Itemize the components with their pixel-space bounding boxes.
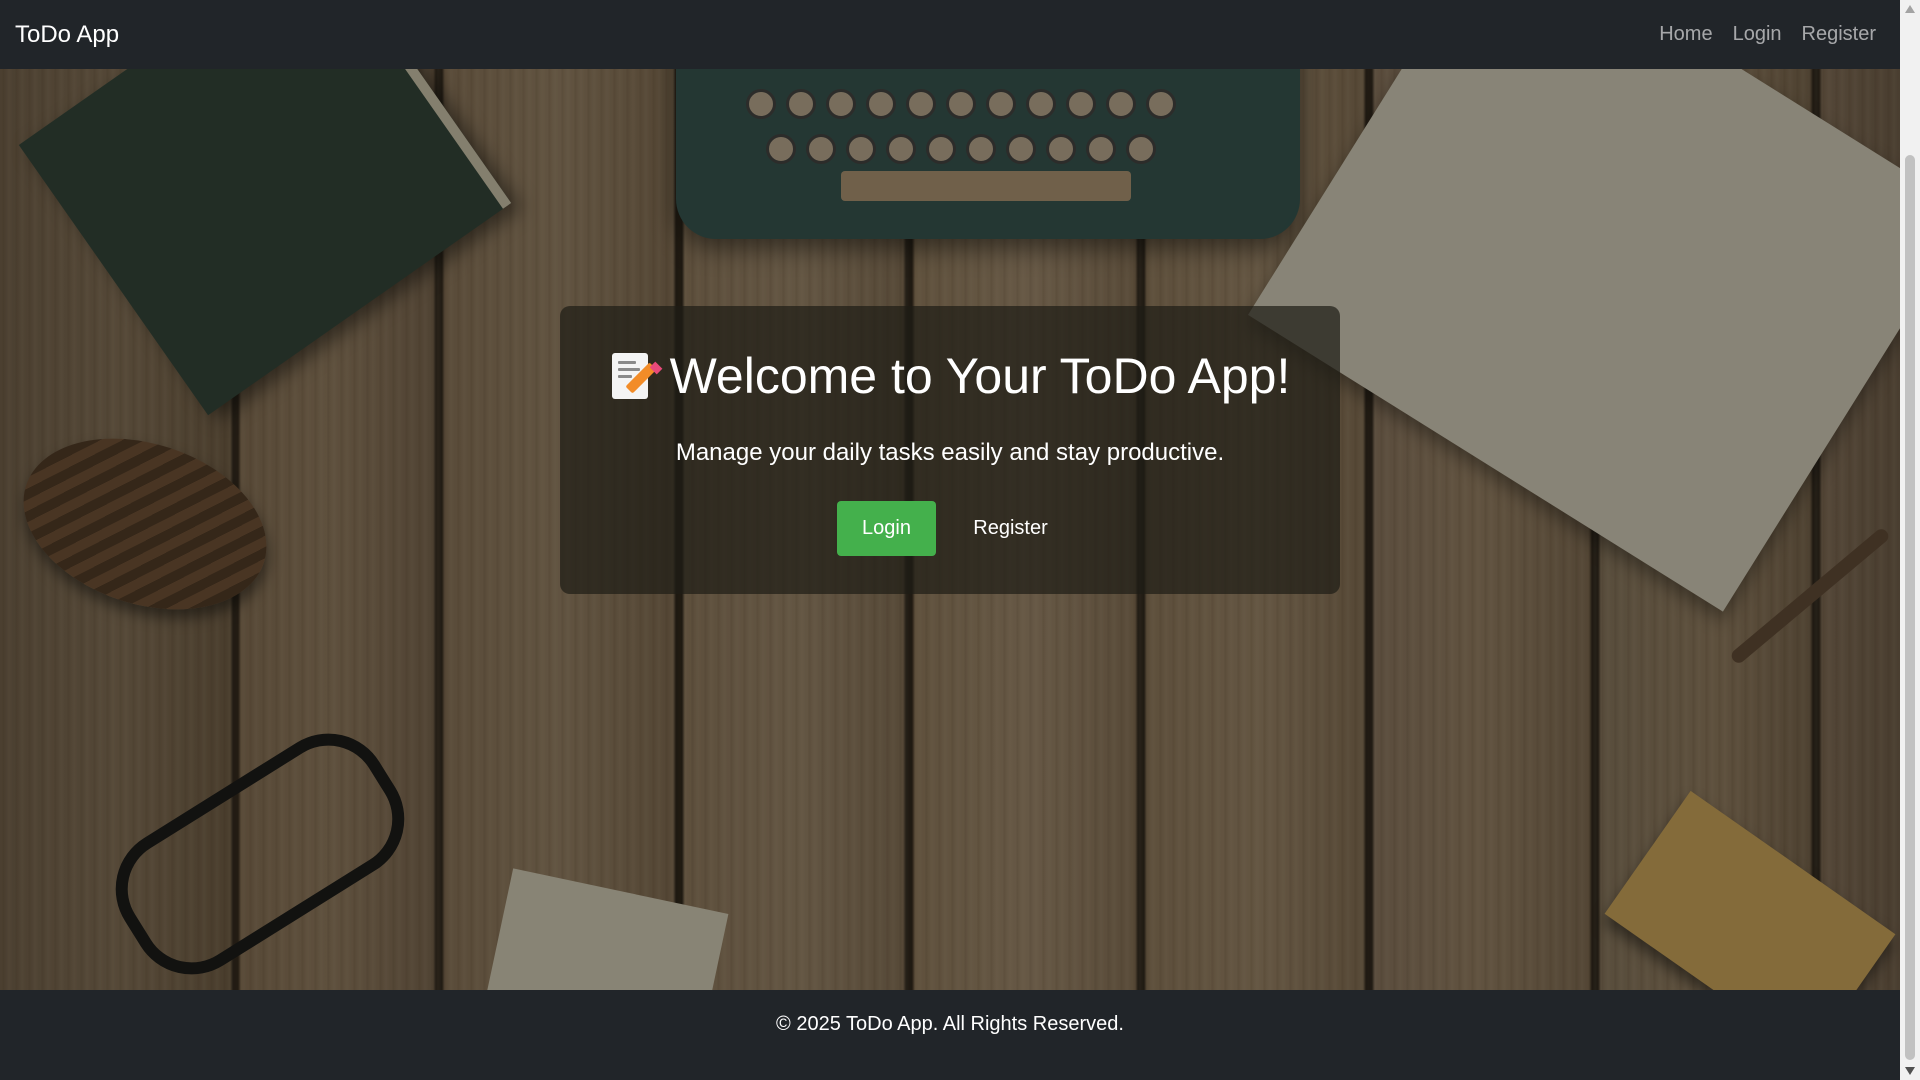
scroll-thumb[interactable]	[1905, 155, 1915, 1060]
navbar: ToDo App Home Login Register	[0, 0, 1900, 69]
memo-icon	[610, 351, 662, 401]
login-button[interactable]: Login	[837, 501, 936, 556]
nav-link-login[interactable]: Login	[1723, 23, 1792, 46]
footer: © 2025 ToDo App. All Rights Reserved.	[0, 990, 1900, 1080]
page: ToDo App Home Login Register Welcome to …	[0, 0, 1920, 1080]
hero-actions: Login Register	[560, 501, 1340, 556]
welcome-subtitle: Manage your daily tasks easily and stay …	[675, 439, 1225, 466]
welcome-heading: Welcome to Your ToDo App!	[560, 346, 1340, 406]
scroll-up-icon[interactable]	[1905, 5, 1915, 13]
register-button[interactable]: Register	[958, 501, 1063, 556]
brand-link[interactable]: ToDo App	[15, 21, 119, 49]
vertical-scrollbar[interactable]	[1900, 0, 1920, 1080]
nav-links: Home Login Register	[1649, 23, 1884, 46]
welcome-box: Welcome to Your ToDo App! Manage your da…	[560, 306, 1340, 594]
footer-copyright: © 2025 ToDo App. All Rights Reserved.	[776, 1013, 1124, 1035]
nav-link-home[interactable]: Home	[1649, 23, 1722, 46]
scroll-down-icon[interactable]	[1905, 1067, 1915, 1075]
welcome-title: Welcome to Your ToDo App!	[669, 348, 1291, 404]
nav-link-register[interactable]: Register	[1792, 23, 1884, 46]
